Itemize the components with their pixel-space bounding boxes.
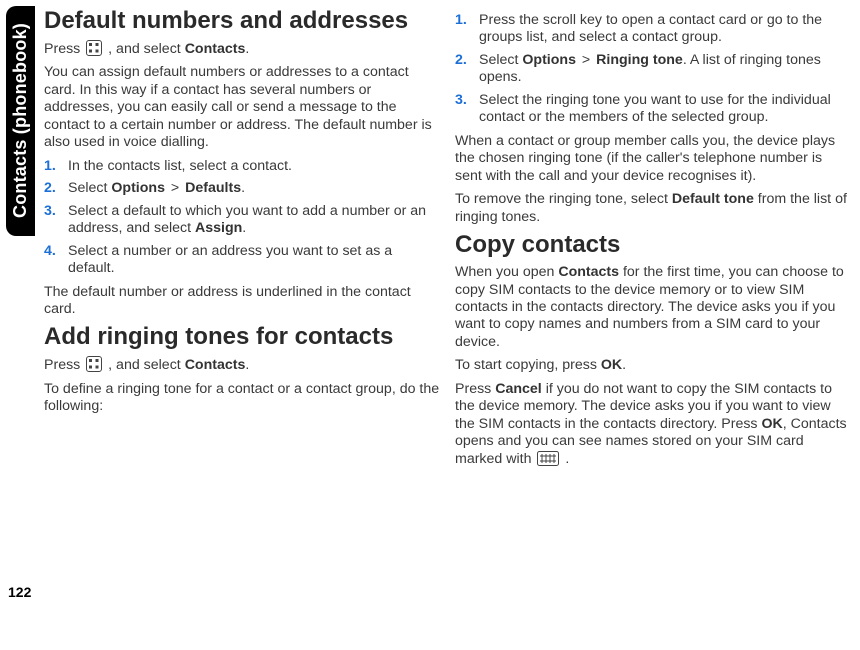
- step-1: In the contacts list, select a contact.: [44, 158, 441, 175]
- ok-label: OK: [761, 416, 782, 432]
- text: .: [622, 357, 626, 373]
- text: , and select: [108, 41, 185, 57]
- copy-paragraph-1: When you open Contacts for the first tim…: [455, 264, 852, 351]
- text: , and select: [108, 357, 185, 373]
- heading-default-numbers: Default numbers and addresses: [44, 8, 441, 34]
- heading-copy-contacts: Copy contacts: [455, 232, 852, 258]
- step-2: Select Options > Ringing tone. A list of…: [455, 52, 852, 87]
- column-right: Press the scroll key to open a contact c…: [455, 6, 852, 644]
- contacts-label: Contacts: [185, 41, 246, 57]
- default-tone-label: Default tone: [672, 191, 754, 207]
- sim-card-icon: [537, 451, 559, 466]
- ringing-tone-label: Ringing tone: [596, 52, 683, 68]
- heading-ringing-tones: Add ringing tones for contacts: [44, 324, 441, 350]
- menu-key-icon: [86, 356, 102, 372]
- ok-label: OK: [601, 357, 622, 373]
- options-label: Options: [522, 52, 576, 68]
- page: Contacts (phonebook) 122 Default numbers…: [0, 0, 860, 650]
- page-number: 122: [8, 584, 31, 600]
- column-left: Default numbers and addresses Press , an…: [44, 6, 441, 644]
- chapter-tab: Contacts (phonebook): [6, 6, 36, 644]
- ring-behaviour: When a contact or group member calls you…: [455, 133, 852, 185]
- breadcrumb-separator: >: [167, 180, 183, 196]
- text: .: [245, 41, 249, 57]
- text: Press: [44, 41, 84, 57]
- step-2: Select Options > Defaults.: [44, 180, 441, 197]
- options-label: Options: [111, 180, 165, 196]
- default-after: The default number or address is underli…: [44, 284, 441, 319]
- text: When you open: [455, 264, 558, 280]
- default-steps: In the contacts list, select a contact. …: [44, 158, 441, 278]
- text: Select a default to which you want to ad…: [68, 203, 426, 236]
- default-intro: Press , and select Contacts.: [44, 40, 441, 58]
- contacts-label: Contacts: [185, 357, 246, 373]
- text: Press: [44, 357, 84, 373]
- text: To remove the ringing tone, select: [455, 191, 672, 207]
- step-3: Select a default to which you want to ad…: [44, 203, 441, 238]
- text: To start copying, press: [455, 357, 601, 373]
- step-3: Select the ringing tone you want to use …: [455, 92, 852, 127]
- text: Select: [68, 180, 111, 196]
- text: .: [242, 220, 246, 236]
- breadcrumb-separator: >: [578, 52, 594, 68]
- text: Select: [479, 52, 522, 68]
- defaults-label: Defaults: [185, 180, 241, 196]
- copy-paragraph-3: Press Cancel if you do not want to copy …: [455, 381, 852, 468]
- contacts-label: Contacts: [558, 264, 619, 280]
- default-description: You can assign default numbers or addres…: [44, 64, 441, 151]
- text: .: [565, 451, 569, 467]
- assign-label: Assign: [195, 220, 242, 236]
- copy-paragraph-2: To start copying, press OK.: [455, 357, 852, 374]
- step-4: Select a number or an address you want t…: [44, 243, 441, 278]
- cancel-label: Cancel: [495, 381, 542, 397]
- text: Press: [455, 381, 495, 397]
- text: .: [245, 357, 249, 373]
- ring-intro: Press , and select Contacts.: [44, 356, 441, 374]
- ringing-steps: Press the scroll key to open a contact c…: [455, 12, 852, 127]
- step-1: Press the scroll key to open a contact c…: [455, 12, 852, 47]
- columns: Default numbers and addresses Press , an…: [44, 6, 852, 644]
- ring-define: To define a ringing tone for a contact o…: [44, 381, 441, 416]
- ring-remove: To remove the ringing tone, select Defau…: [455, 191, 852, 226]
- text: .: [241, 180, 245, 196]
- chapter-title: Contacts (phonebook): [6, 6, 35, 236]
- menu-key-icon: [86, 40, 102, 56]
